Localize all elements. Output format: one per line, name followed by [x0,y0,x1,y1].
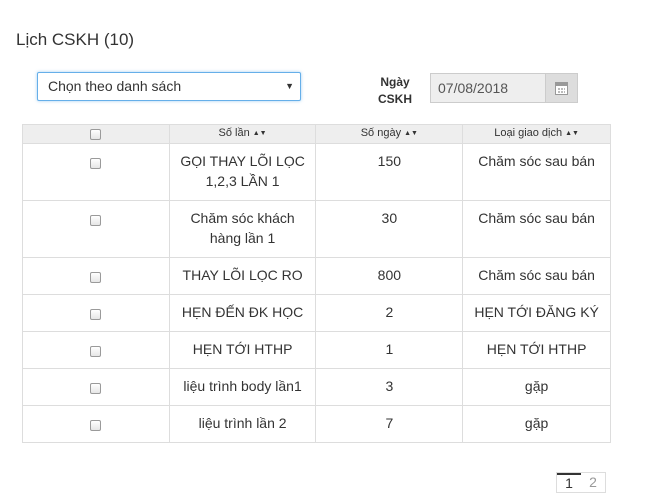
cell-days: 800 [315,257,464,295]
table-row: Chăm sóc khách hàng lần 1 30 Chăm sóc sa… [22,200,611,258]
page-link-2[interactable]: 2 [581,473,605,492]
row-checkbox[interactable] [90,158,102,170]
cell-days: 3 [315,368,464,406]
row-checkbox[interactable] [90,215,102,227]
select-all-header [22,124,170,144]
date-picker-button[interactable] [546,73,578,103]
sort-icon: ▲▼ [565,130,579,137]
table-row: HẸN TỚI HTHP 1 HẸN TỚI HTHP [22,331,611,369]
cell-type: gặp [462,368,611,406]
cell-name: HẸN ĐẾN ĐK HỌC [168,294,317,332]
cell-name: THAY LÕI LỌC RO [168,257,317,295]
date-field[interactable]: 07/08/2018 [430,73,546,103]
sort-icon: ▲▼ [404,130,418,137]
cell-type: gặp [462,405,611,443]
cell-days: 30 [315,200,464,258]
cell-days: 2 [315,294,464,332]
table-row: liệu trình body lần1 3 gặp [22,368,611,406]
cell-name: HẸN TỚI HTHP [168,331,317,369]
row-checkbox[interactable] [90,420,102,432]
table-row: GỌI THAY LÕI LỌC 1,2,3 LẦN 1 150 Chăm só… [22,143,611,201]
cell-days: 7 [315,405,464,443]
column-header-count[interactable]: Số lần ▲▼ [168,124,317,144]
cell-name: Chăm sóc khách hàng lần 1 [168,200,317,258]
page: Lịch CSKH (10) Chọn theo danh sách ▼ Ngà… [0,0,663,497]
cell-name: liệu trình lần 2 [168,405,317,443]
select-all-checkbox[interactable] [90,128,102,140]
cell-name: liệu trình body lần1 [168,368,317,406]
pagination: 1 2 [556,472,606,493]
cell-type: HẸN TỚI ĐĂNG KÝ [462,294,611,332]
table-row: HẸN ĐẾN ĐK HỌC 2 HẸN TỚI ĐĂNG KÝ [22,294,611,332]
row-checkbox[interactable] [90,272,102,284]
row-checkbox[interactable] [90,346,102,358]
cell-type: Chăm sóc sau bán [462,200,611,258]
column-header-days[interactable]: Số ngày ▲▼ [315,124,464,144]
cell-days: 150 [315,143,464,201]
row-checkbox[interactable] [90,309,102,321]
table-row: THAY LÕI LỌC RO 800 Chăm sóc sau bán [22,257,611,295]
cell-name: GỌI THAY LÕI LỌC 1,2,3 LẦN 1 [168,143,317,201]
table-row: liệu trình lần 2 7 gặp [22,405,611,443]
page-title: Lịch CSKH (10) [16,30,135,49]
date-label: Ngày CSKH [377,75,412,106]
list-select-value: Chọn theo danh sách [48,78,182,94]
row-checkbox[interactable] [90,383,102,395]
cell-type: Chăm sóc sau bán [462,143,611,201]
column-header-type[interactable]: Loại giao dịch ▲▼ [462,124,611,144]
list-select[interactable]: Chọn theo danh sách ▼ [37,72,301,101]
cell-type: HẸN TỚI HTHP [462,331,611,369]
cell-type: Chăm sóc sau bán [462,257,611,295]
calendar-icon [555,82,568,95]
care-schedule-table: Số lần ▲▼ Số ngày ▲▼ Loại giao dịch ▲▼ GỌI … [22,124,611,443]
cell-days: 1 [315,331,464,369]
page-link-1[interactable]: 1 [557,473,581,492]
table-header-row: Số lần ▲▼ Số ngày ▲▼ Loại giao dịch ▲▼ [22,124,611,144]
chevron-down-icon: ▼ [285,81,294,91]
sort-icon: ▲▼ [252,130,267,137]
